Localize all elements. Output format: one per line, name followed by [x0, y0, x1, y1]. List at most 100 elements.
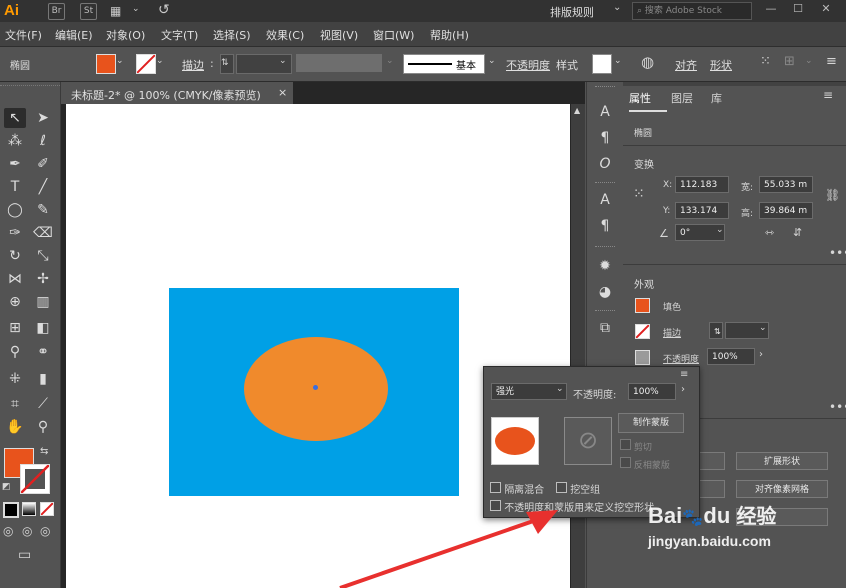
- chevron-down-icon[interactable]: ⌄: [716, 225, 724, 235]
- swap-colors-icon[interactable]: ⇆: [40, 446, 48, 457]
- chevron-down-icon[interactable]: ⌄: [759, 323, 767, 333]
- width-tool-icon[interactable]: ⋈: [4, 269, 26, 289]
- hand-tool-icon[interactable]: ✋: [4, 417, 26, 437]
- stroke-stepper[interactable]: ⇅: [709, 322, 723, 339]
- menu-window[interactable]: 窗口(W): [373, 27, 414, 43]
- panel-menu-icon[interactable]: ≡: [823, 88, 833, 102]
- close-icon[interactable]: ×: [278, 86, 287, 99]
- stroke-swatch[interactable]: [635, 324, 650, 339]
- line-tool-icon[interactable]: ╱: [32, 177, 54, 197]
- character-panel-icon[interactable]: A: [587, 100, 623, 124]
- draw-normal-icon[interactable]: ◎: [3, 524, 13, 538]
- menu-help[interactable]: 帮助(H): [430, 27, 469, 43]
- panel-grip[interactable]: [595, 310, 615, 311]
- tab-layers[interactable]: 图层: [671, 88, 701, 110]
- align-label[interactable]: 对齐: [675, 57, 697, 73]
- tab-libraries[interactable]: 库: [711, 88, 733, 110]
- stroke-label[interactable]: 描边: [663, 326, 681, 339]
- eraser-tool-icon[interactable]: ⌫: [32, 223, 54, 243]
- chevron-down-icon[interactable]: ⌄: [614, 56, 622, 66]
- paragraph-panel-icon[interactable]: ¶: [587, 126, 623, 150]
- scroll-up-icon[interactable]: ▲: [574, 106, 580, 115]
- transform-grid-icon[interactable]: ⁙: [760, 54, 771, 69]
- chevron-down-icon[interactable]: ⌄: [116, 56, 124, 66]
- chevron-down-icon[interactable]: ⌄: [386, 56, 394, 66]
- no-mask-icon[interactable]: ⊘: [564, 417, 612, 465]
- magic-wand-tool-icon[interactable]: ⁂: [4, 131, 26, 151]
- screen-mode-icon[interactable]: ▭: [18, 547, 31, 563]
- direct-selection-tool-icon[interactable]: ➤: [32, 108, 54, 128]
- blend-tool-icon[interactable]: ⚭: [32, 342, 54, 362]
- stroke-none-swatch[interactable]: [136, 54, 156, 74]
- constrain-proportions-icon[interactable]: ⛓: [825, 188, 840, 202]
- paragraph-styles-icon[interactable]: ¶: [587, 214, 623, 238]
- bridge-button[interactable]: Br: [48, 3, 65, 20]
- menu-file[interactable]: 文件(F): [5, 27, 42, 43]
- transparency-panel-icon[interactable]: ◕: [587, 280, 623, 304]
- panel-grip[interactable]: [595, 246, 615, 247]
- y-input[interactable]: 133.174: [675, 202, 729, 219]
- chevron-right-icon[interactable]: ›: [759, 349, 763, 360]
- chevron-down-icon[interactable]: ⌄: [132, 4, 140, 14]
- document-tab[interactable]: 未标题-2* @ 100% (CMYK/像素预览) ×: [61, 82, 293, 104]
- scale-tool-icon[interactable]: ⤡: [32, 246, 54, 266]
- opentype-panel-icon[interactable]: O: [587, 152, 623, 176]
- shaper-tool-icon[interactable]: ✑: [4, 223, 26, 243]
- stroke-color-box[interactable]: [20, 464, 50, 494]
- appearance-panel-icon[interactable]: ✹: [587, 254, 623, 278]
- pathfinder-panel-icon[interactable]: ⧉: [587, 316, 623, 340]
- clip-checkbox[interactable]: 剪切: [620, 439, 652, 453]
- chevron-down-icon[interactable]: ⌄: [805, 56, 813, 66]
- menu-type[interactable]: 文字(T): [161, 27, 198, 43]
- quick-action-button[interactable]: [699, 452, 725, 470]
- chevron-down-icon[interactable]: ⌄: [279, 56, 287, 66]
- curvature-tool-icon[interactable]: ✐: [32, 154, 54, 174]
- stroke-label[interactable]: 描边: [182, 57, 204, 73]
- eyedropper-tool-icon[interactable]: ⚲: [4, 342, 26, 362]
- panel-grip[interactable]: [595, 86, 615, 87]
- column-graph-tool-icon[interactable]: ▮: [32, 369, 54, 389]
- align-pixel-grid-button[interactable]: 对齐像素网格: [736, 480, 828, 498]
- panel-menu-icon[interactable]: ≡: [680, 369, 688, 380]
- close-button[interactable]: ✕: [813, 0, 839, 18]
- panel-grip[interactable]: [0, 85, 60, 89]
- height-input[interactable]: 39.864 m: [759, 202, 813, 219]
- variable-width-profile[interactable]: [296, 54, 382, 72]
- opacity-input[interactable]: 100%: [707, 348, 755, 365]
- invert-mask-checkbox[interactable]: 反相蒙版: [620, 457, 670, 471]
- symbol-sprayer-tool-icon[interactable]: ⁜: [4, 369, 26, 389]
- selection-tool-icon[interactable]: ↖: [4, 108, 26, 128]
- menu-select[interactable]: 选择(S): [213, 27, 251, 43]
- quick-action-button[interactable]: [699, 480, 725, 498]
- x-input[interactable]: 112.183: [675, 176, 729, 193]
- isolate-icon[interactable]: ⊞: [784, 54, 795, 69]
- more-options-icon[interactable]: •••: [829, 400, 846, 414]
- chevron-down-icon[interactable]: ⌄: [556, 384, 564, 394]
- chevron-right-icon[interactable]: ›: [681, 384, 685, 395]
- maximize-button[interactable]: ☐: [785, 0, 811, 18]
- stock-button[interactable]: St: [80, 3, 97, 20]
- panel-grip[interactable]: [595, 182, 615, 183]
- more-options-icon[interactable]: •••: [829, 246, 846, 260]
- rotate-tool-icon[interactable]: ↻: [4, 246, 26, 266]
- opacity-input[interactable]: 100%: [628, 383, 676, 400]
- menu-effect[interactable]: 效果(C): [266, 27, 304, 43]
- fill-swatch[interactable]: [635, 298, 650, 313]
- workspace-switcher[interactable]: 排版规则: [550, 4, 594, 20]
- isolate-blending-checkbox[interactable]: 隔离混合: [490, 481, 544, 496]
- artwork-thumbnail[interactable]: [491, 417, 539, 465]
- draw-inside-icon[interactable]: ◎: [40, 524, 50, 538]
- none-mode-icon[interactable]: [40, 502, 54, 516]
- opacity-label[interactable]: 不透明度: [506, 57, 550, 73]
- shape-label[interactable]: 形状: [710, 57, 732, 73]
- recolor-artwork-icon[interactable]: ◍: [641, 53, 654, 71]
- default-colors-icon[interactable]: ◩: [2, 482, 11, 492]
- draw-behind-icon[interactable]: ◎: [22, 524, 32, 538]
- slice-tool-icon[interactable]: ⟋: [32, 394, 54, 414]
- tab-properties[interactable]: 属性: [629, 88, 667, 112]
- perspective-grid-tool-icon[interactable]: ▥: [32, 292, 54, 312]
- puppet-warp-tool-icon[interactable]: ✢: [32, 269, 54, 289]
- ellipse-tool-icon[interactable]: ◯: [4, 200, 26, 220]
- paintbrush-tool-icon[interactable]: ✎: [32, 200, 54, 220]
- mesh-tool-icon[interactable]: ⊞: [4, 318, 26, 338]
